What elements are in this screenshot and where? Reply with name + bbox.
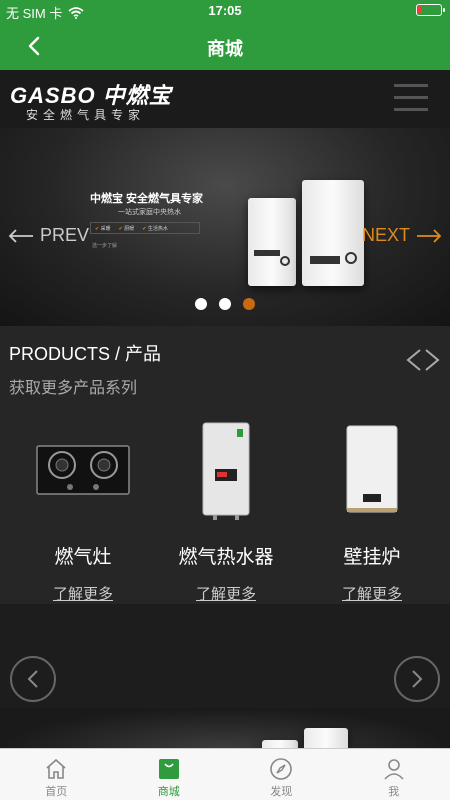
product-scroll-arrows[interactable] bbox=[406, 348, 440, 372]
boiler-image-right bbox=[302, 180, 364, 286]
prev-label: PREV bbox=[40, 225, 90, 245]
learn-more-link[interactable]: 了解更多 bbox=[342, 583, 402, 604]
tab-label: 商城 bbox=[157, 786, 180, 798]
section-subtitle: 获取更多产品系列 bbox=[9, 380, 138, 397]
carousel-dot[interactable] bbox=[243, 298, 255, 310]
product-card[interactable]: 燃气热水器 了解更多 bbox=[156, 416, 296, 604]
boiler-image bbox=[262, 740, 298, 748]
triangle-left-icon[interactable] bbox=[406, 348, 422, 372]
tab-label: 我 bbox=[388, 786, 400, 798]
product-name: 壁挂炉 bbox=[343, 547, 401, 568]
chevron-right-icon bbox=[412, 670, 423, 688]
chevron-left-icon bbox=[27, 670, 38, 688]
banner-subslogan: 一站式家庭中央热水 bbox=[118, 209, 181, 216]
arrow-right-icon bbox=[417, 228, 442, 243]
compass-icon bbox=[270, 758, 293, 780]
stove-image bbox=[13, 416, 153, 526]
tab-me[interactable]: 我 bbox=[338, 749, 450, 800]
carousel-dot[interactable] bbox=[195, 298, 207, 310]
tab-label: 首页 bbox=[45, 786, 68, 798]
brand-header: GASBO 中燃宝 安全燃气具专家 bbox=[0, 70, 450, 128]
person-icon bbox=[384, 759, 404, 780]
feature-item: ✔ 生活热水 bbox=[142, 225, 168, 232]
arrow-left-icon bbox=[8, 228, 33, 243]
tab-bar: 首页 商城 发现 我 bbox=[0, 748, 450, 800]
product-name: 燃气灶 bbox=[54, 547, 112, 568]
section-title: PRODUCTS / 产品 bbox=[9, 344, 162, 364]
tab-home[interactable]: 首页 bbox=[0, 749, 113, 800]
feature-item: ✔ 厨暖 bbox=[118, 225, 135, 232]
boiler-image-left bbox=[248, 198, 296, 286]
triangle-right-icon[interactable] bbox=[424, 348, 440, 372]
next-button[interactable]: NEXT bbox=[362, 225, 442, 246]
water-heater-image bbox=[156, 416, 296, 526]
nav-bar: 商城 bbox=[0, 22, 450, 70]
clock: 17:05 bbox=[208, 3, 242, 18]
product-card[interactable]: 燃气灶 了解更多 bbox=[13, 416, 153, 604]
page-title: 商城 bbox=[207, 39, 243, 59]
feature-item: ✔ 采暖 bbox=[95, 225, 111, 232]
product-name: 燃气热水器 bbox=[178, 547, 274, 568]
carousel-dots bbox=[0, 298, 450, 310]
banner-note: 选一步了解 bbox=[92, 243, 118, 249]
wall-boiler-image bbox=[302, 416, 442, 526]
prev-button[interactable]: PREV bbox=[8, 225, 89, 246]
shop-bag-icon bbox=[158, 759, 179, 779]
brand-tagline: 安全燃气具专家 bbox=[26, 108, 146, 122]
products-section: PRODUCTS / 产品 获取更多产品系列 燃气灶 了解更多 燃气热水器 了解… bbox=[0, 326, 450, 604]
tab-discover[interactable]: 发现 bbox=[225, 749, 338, 800]
status-bar: 无 SIM 卡 17:05 bbox=[0, 0, 450, 22]
tab-shop[interactable]: 商城 bbox=[113, 749, 226, 800]
tab-label: 发现 bbox=[270, 786, 293, 798]
secondary-banner[interactable] bbox=[0, 708, 450, 748]
battery-level bbox=[418, 6, 422, 13]
next-label: NEXT bbox=[361, 225, 410, 245]
carousel-dot[interactable] bbox=[219, 298, 231, 310]
learn-more-link[interactable]: 了解更多 bbox=[53, 583, 113, 604]
product-card[interactable]: 壁挂炉 了解更多 bbox=[302, 416, 442, 604]
hero-banner[interactable]: GASBO 中燃宝 安全燃气具专家 中燃宝 安全燃气具专家 一站式家庭中央热水 … bbox=[0, 70, 450, 326]
banner-features: ✔ 采暖 ✔ 厨暖 ✔ 生活热水 bbox=[90, 222, 200, 234]
banner-slogan: 中燃宝 安全燃气具专家 bbox=[90, 193, 204, 205]
secondary-carousel[interactable] bbox=[0, 604, 450, 708]
home-icon bbox=[46, 758, 66, 779]
boiler-image bbox=[304, 728, 348, 748]
learn-more-link[interactable]: 了解更多 bbox=[196, 583, 256, 604]
menu-icon[interactable] bbox=[394, 84, 428, 114]
battery-icon bbox=[416, 4, 445, 16]
carousel-prev-button[interactable] bbox=[10, 656, 56, 702]
carousel-next-button[interactable] bbox=[394, 656, 440, 702]
